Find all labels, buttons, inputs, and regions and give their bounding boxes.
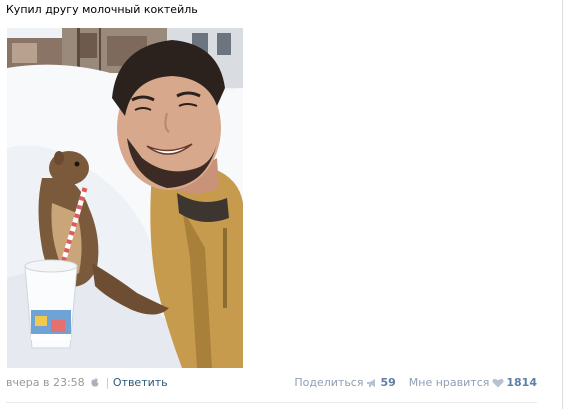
like-label: Мне нравится	[408, 376, 490, 389]
post-actions: Поделиться 59 Мне нравится 1814	[294, 376, 537, 390]
share-button[interactable]: Поделиться 59	[294, 376, 395, 390]
post-date[interactable]: вчера в 23:58	[6, 376, 85, 389]
like-button[interactable]: Мне нравится 1814	[409, 376, 537, 390]
post-text: Купил другу молочный коктейль	[6, 3, 198, 16]
reply-link[interactable]: Ответить	[113, 376, 168, 389]
post-photo[interactable]	[7, 28, 243, 368]
post-divider	[6, 402, 537, 403]
apple-icon	[91, 377, 99, 387]
meta-separator: |	[105, 376, 110, 389]
share-count: 59	[380, 376, 396, 389]
share-label: Поделиться	[294, 376, 364, 389]
post-meta: вчера в 23:58 | Ответить	[6, 376, 168, 390]
like-count: 1814	[506, 376, 537, 389]
megaphone-icon	[367, 379, 376, 387]
heart-icon	[492, 378, 504, 388]
